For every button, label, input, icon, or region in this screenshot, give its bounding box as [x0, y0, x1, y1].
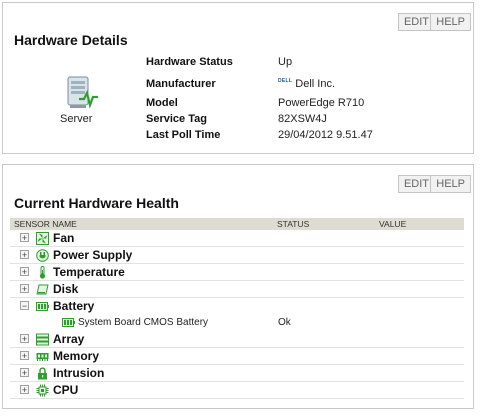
- category-row-fan[interactable]: + Fan: [10, 231, 464, 247]
- sensor-status: Ok: [278, 317, 291, 328]
- expand-toggle[interactable]: +: [20, 250, 29, 260]
- category-row-battery[interactable]: − Battery: [10, 299, 464, 315]
- hardware-details-panel: EDIT HELP Hardware Details Server Hardwa…: [2, 2, 474, 154]
- help-button[interactable]: HELP: [430, 175, 471, 193]
- thermometer-icon: [39, 266, 46, 279]
- fan-icon: [36, 232, 49, 245]
- column-status: STATUS: [277, 219, 310, 229]
- hardware-status-value: Up: [278, 56, 293, 68]
- model-label: Model: [146, 97, 178, 109]
- manufacturer-value: DELL Dell Inc.: [278, 78, 335, 90]
- battery-icon: [36, 302, 49, 311]
- category-name: Fan: [53, 231, 75, 245]
- battery-icon: [62, 318, 75, 327]
- sensor-row: System Board CMOS Battery Ok: [10, 315, 464, 331]
- manufacturer-label: Manufacturer: [146, 78, 216, 90]
- panel-title: Current Hardware Health: [14, 195, 179, 211]
- expand-toggle[interactable]: +: [20, 368, 29, 378]
- category-name: Power Supply: [53, 248, 133, 262]
- sensor-name: System Board CMOS Battery: [78, 317, 209, 328]
- column-sensor-name: SENSOR NAME: [14, 219, 77, 229]
- collapse-toggle[interactable]: −: [20, 301, 29, 311]
- power-supply-icon: [36, 249, 49, 262]
- category-name: Array: [53, 332, 85, 346]
- server-icon: [67, 76, 98, 109]
- category-name: Battery: [53, 299, 95, 313]
- category-row-memory[interactable]: + Memory: [10, 349, 464, 365]
- category-row-disk[interactable]: + Disk: [10, 282, 464, 298]
- expand-toggle[interactable]: +: [20, 233, 29, 243]
- dell-logo: DELL: [278, 78, 293, 84]
- last-poll-time-value: 29/04/2012 9.51.47: [278, 129, 373, 141]
- lock-icon: [38, 367, 47, 380]
- table-header: SENSOR NAME STATUS VALUE: [10, 218, 464, 230]
- cpu-icon: [36, 384, 49, 397]
- service-tag-label: Service Tag: [146, 113, 207, 125]
- expand-toggle[interactable]: +: [20, 334, 29, 344]
- expand-toggle[interactable]: +: [20, 351, 29, 361]
- model-value: PowerEdge R710: [278, 97, 365, 109]
- hardware-status-label: Hardware Status: [146, 56, 233, 68]
- expand-toggle[interactable]: +: [20, 267, 29, 277]
- manufacturer-text: Dell Inc.: [295, 78, 336, 90]
- category-row-cpu[interactable]: + CPU: [10, 383, 464, 399]
- category-name: CPU: [53, 383, 79, 397]
- category-row-array[interactable]: + Array: [10, 332, 464, 348]
- column-value: VALUE: [379, 219, 407, 229]
- last-poll-time-label: Last Poll Time: [146, 129, 221, 141]
- disk-icon: [36, 284, 49, 295]
- category-name: Memory: [53, 349, 100, 363]
- server-label: Server: [60, 113, 93, 125]
- expand-toggle[interactable]: +: [20, 385, 29, 395]
- help-button[interactable]: HELP: [430, 13, 471, 31]
- category-row-temperature[interactable]: + Temperature: [10, 265, 464, 281]
- category-name: Intrusion: [53, 366, 105, 380]
- category-row-power-supply[interactable]: + Power Supply: [10, 248, 464, 264]
- expand-toggle[interactable]: +: [20, 284, 29, 294]
- service-tag-value: 82XSW4J: [278, 113, 327, 125]
- category-name: Disk: [53, 282, 79, 296]
- array-icon: [36, 333, 49, 346]
- panel-title: Hardware Details: [14, 32, 128, 48]
- category-name: Temperature: [53, 265, 125, 279]
- category-row-intrusion[interactable]: + Intrusion: [10, 366, 464, 382]
- memory-icon: [36, 353, 49, 361]
